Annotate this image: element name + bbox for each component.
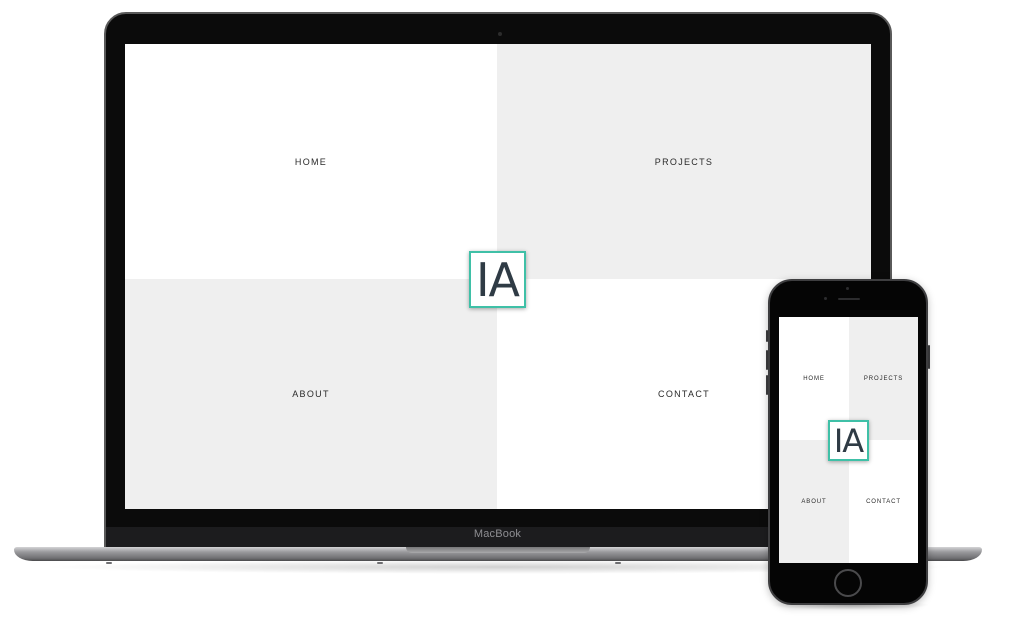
phone-power-button [928,345,930,369]
phone-logo-text: IA [833,421,864,460]
phone-site-logo[interactable]: IA [828,420,869,461]
laptop-site-logo[interactable]: IA [469,251,526,308]
laptop-logo-text: IA [475,252,520,307]
laptop-tile-contact-label: CONTACT [658,389,710,399]
laptop-opening-notch [406,547,590,553]
laptop-foot [615,562,621,564]
phone-tile-about-label: ABOUT [801,498,827,505]
phone-front-camera-icon [824,297,827,300]
device-mockup-scene: HOME PROJECTS ABOUT CONTACT IA MacBook H… [0,0,1010,620]
laptop-tile-home[interactable]: HOME [125,44,497,279]
phone-tile-home-label: HOME [803,375,825,382]
phone-speaker-grille [838,298,860,300]
phone-sensor-icon [846,287,849,290]
phone-tile-projects-label: PROJECTS [863,375,904,382]
laptop-tile-projects[interactable]: PROJECTS [497,44,871,279]
laptop-tile-projects-label: PROJECTS [654,156,714,167]
laptop-tile-about[interactable]: ABOUT [125,279,497,509]
laptop-foot [106,562,112,564]
phone-home-button[interactable] [834,569,862,597]
laptop-tile-about-label: ABOUT [292,389,330,399]
phone-tile-contact-label: CONTACT [866,498,901,505]
laptop-tile-home-label: HOME [294,156,328,167]
laptop-foot [377,562,383,564]
laptop-camera-icon [498,32,502,36]
